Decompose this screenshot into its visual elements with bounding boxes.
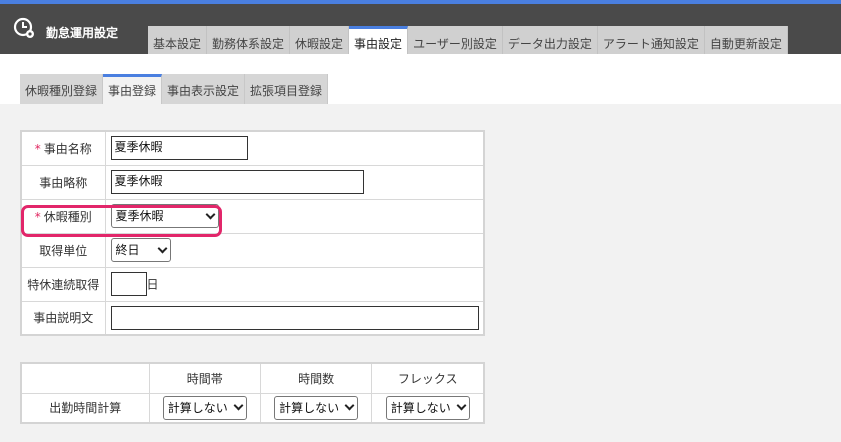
subtab-reason-register[interactable]: 事由登録 — [103, 74, 163, 104]
header-time-slot: 時間帯 — [148, 362, 261, 394]
row-reason-name: * 事由名称 夏季休暇 — [20, 130, 485, 166]
row-consecutive: 特休連続取得 日 — [20, 266, 485, 302]
row-unit: 取得単位 終日 — [20, 232, 485, 268]
subtab-reason-display[interactable]: 事由表示設定 — [162, 74, 246, 104]
sub-tabs: 休暇種別登録 事由登録 事由表示設定 拡張項目登録 — [20, 74, 329, 104]
consecutive-days-input[interactable] — [110, 272, 147, 296]
calc-corner — [20, 362, 150, 394]
work-time-calc-table: 時間帯 時間数 フレックス 出勤時間計算 計算しない 計算しない 計算しない — [20, 362, 485, 424]
description-label: 事由説明文 — [20, 300, 106, 336]
reason-name-label-text: 事由名称 — [43, 141, 92, 156]
unit-label: 取得単位 — [20, 232, 106, 268]
hours-calc-value: 計算しない — [279, 400, 340, 415]
row-reason-short: 事由略称 夏季休暇 — [20, 164, 485, 200]
top-bar: 勤怠運用設定 基本設定 勤務体系設定 休暇設定 事由設定 ユーザー別設定 データ… — [0, 0, 841, 58]
header-flex: フレックス — [371, 362, 485, 394]
calc-row-label: 出勤時間計算 — [20, 392, 150, 424]
reason-short-label: 事由略称 — [20, 164, 106, 200]
description-input[interactable] — [110, 305, 479, 330]
reason-name-label: * 事由名称 — [20, 130, 106, 166]
clock-gear-icon — [13, 17, 34, 38]
time-slot-calc-select[interactable]: 計算しない — [162, 395, 247, 420]
app-title: 勤怠運用設定 — [46, 26, 119, 40]
reason-name-input[interactable]: 夏季休暇 — [110, 136, 248, 161]
required-mark: * — [34, 141, 41, 156]
unit-select[interactable]: 終日 — [110, 238, 171, 262]
flex-calc-value: 計算しない — [390, 400, 451, 415]
row-description: 事由説明文 — [20, 300, 485, 336]
chevron-down-icon — [233, 400, 244, 411]
time-slot-calc-value: 計算しない — [167, 400, 228, 415]
reason-short-input[interactable]: 夏季休暇 — [110, 170, 364, 194]
content-area: * 事由名称 夏季休暇 事由略称 夏季休暇 * 休暇種別 夏季休暇 取得単位 終日 … — [0, 104, 841, 442]
chevron-down-icon — [157, 243, 167, 253]
chevron-down-icon — [456, 400, 467, 411]
subtab-leave-type-register[interactable]: 休暇種別登録 — [20, 74, 104, 104]
days-unit-label: 日 — [146, 277, 159, 292]
sub-tab-area: 休暇種別登録 事由登録 事由表示設定 拡張項目登録 — [0, 54, 841, 104]
flex-calc-select[interactable]: 計算しない — [385, 395, 470, 420]
leave-type-highlight — [21, 205, 222, 237]
header-hours: 時間数 — [259, 362, 373, 394]
consecutive-label: 特休連続取得 — [20, 266, 106, 302]
chevron-down-icon — [344, 400, 355, 411]
hours-calc-select[interactable]: 計算しない — [274, 395, 359, 420]
calc-header-row: 時間帯 時間数 フレックス — [20, 362, 485, 394]
subtab-extension-items[interactable]: 拡張項目登録 — [245, 74, 329, 104]
unit-value: 終日 — [115, 243, 140, 257]
calc-row: 出勤時間計算 計算しない 計算しない 計算しない — [20, 392, 485, 424]
